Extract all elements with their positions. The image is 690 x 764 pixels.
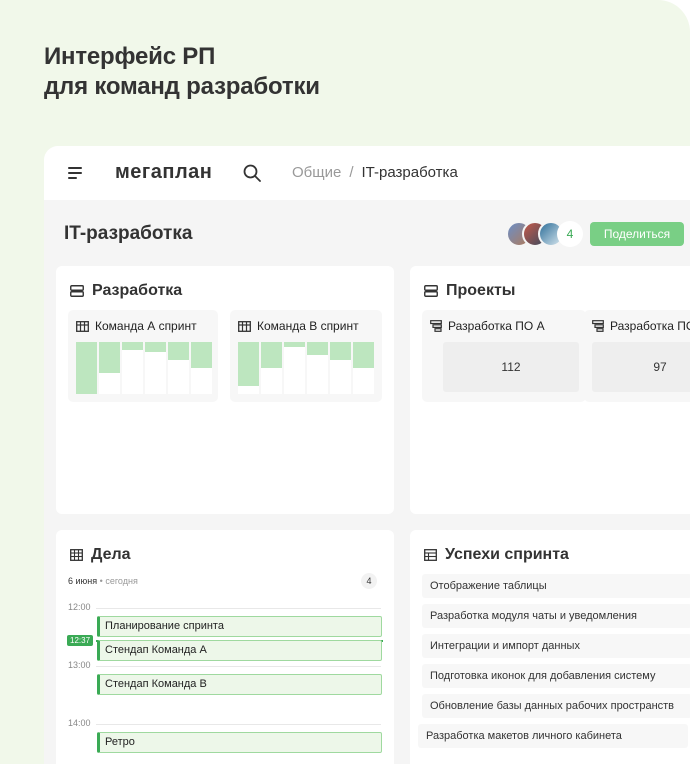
member-avatars[interactable]: 4 [506, 221, 586, 247]
sprint-card-title: Команда А спринт [76, 319, 197, 333]
event-block[interactable]: Стендап Команда В [97, 674, 382, 695]
sprint-column-fill [122, 342, 143, 350]
list-item[interactable]: Обновление базы данных рабочих пространс… [422, 694, 690, 718]
date-separator: • [99, 576, 103, 586]
hour-line [96, 666, 381, 667]
tasks-count-badge: 4 [361, 573, 377, 589]
stack-icon [424, 285, 438, 297]
hero-heading: Интерфейс РП для команд разработки [44, 42, 320, 102]
date-relative: сегодня [105, 576, 138, 586]
date-label: 6 июня [68, 576, 98, 586]
event-block[interactable]: Планирование спринта [97, 616, 382, 637]
list-table-icon [424, 549, 437, 561]
project-card-title: Разработка ПО [592, 319, 690, 333]
hero-line-1: Интерфейс РП [44, 43, 216, 70]
sprint-column [168, 342, 189, 394]
event-block[interactable]: Ретро [97, 732, 382, 753]
sprint-column [99, 342, 120, 394]
sprint-column [353, 342, 374, 394]
sprint-column-fill [191, 342, 212, 368]
sprint-card[interactable]: Команда А спринт [68, 310, 218, 402]
sprint-column-fill [284, 342, 305, 348]
breadcrumb: Общие / IT-разработка [292, 164, 458, 181]
logo[interactable]: мегаплан [115, 161, 212, 184]
sprint-success-widget-title-text: Успехи спринта [445, 546, 569, 563]
sprint-column-fill [261, 342, 282, 368]
projects-widget-title-text: Проекты [446, 282, 516, 299]
stack-icon [70, 285, 84, 297]
sprint-success-widget-title: Успехи спринта [424, 546, 569, 564]
sprint-column-fill [307, 342, 328, 355]
list-item[interactable]: Интеграции и импорт данных [422, 634, 690, 658]
sprint-card-title-text: Команда А спринт [95, 319, 197, 333]
members-count-badge[interactable]: 4 [557, 221, 583, 247]
sprint-success-widget: Успехи спринта Отображение таблицы Разра… [410, 530, 690, 764]
hero-line-2: для команд разработки [44, 73, 320, 100]
calendar-grid-icon [70, 549, 83, 561]
sprint-column-fill [168, 342, 189, 361]
sprint-column [330, 342, 351, 394]
table-icon [238, 320, 251, 332]
sprint-column-fill [145, 342, 166, 353]
share-button[interactable]: Поделиться [590, 222, 684, 246]
sprint-card[interactable]: Команда В спринт [230, 310, 382, 402]
time-label: 12:00 [68, 602, 91, 612]
tasks-widget-title: Дела [70, 546, 131, 564]
projects-widget-title: Проекты [424, 282, 515, 300]
project-card[interactable]: Разработка ПО А 112 [422, 310, 586, 402]
sprint-column-fill [330, 342, 351, 361]
sprint-column [307, 342, 328, 394]
project-value: 97 [592, 342, 690, 392]
sprint-columns [76, 342, 212, 394]
search-icon[interactable] [242, 163, 262, 183]
sprint-card-title: Команда В спринт [238, 319, 359, 333]
list-item[interactable]: Подготовка иконок для добавления систему [422, 664, 690, 688]
breadcrumb-general[interactable]: Общие [292, 164, 341, 181]
top-bar: мегаплан Общие / IT-разработка [44, 146, 690, 200]
sprint-column-fill [76, 342, 97, 394]
sprint-column [122, 342, 143, 394]
project-card[interactable]: Разработка ПО 97 [584, 310, 690, 402]
dev-widget-title-text: Разработка [92, 282, 183, 299]
sprint-columns [238, 342, 374, 394]
time-label: 13:00 [68, 660, 91, 670]
hour-line [96, 608, 381, 609]
project-icon [430, 320, 442, 332]
table-icon [76, 320, 89, 332]
tasks-widget: Дела 6 июня • сегодня 4 12:00 13:00 14:0… [56, 530, 394, 764]
projects-widget: Проекты Разработка ПО А 112 Разработка П… [410, 266, 690, 514]
project-card-title-text: Разработка ПО [610, 319, 690, 333]
sprint-column [76, 342, 97, 394]
sprint-column-fill [99, 342, 120, 374]
sprint-column [284, 342, 305, 394]
dev-widget-title: Разработка [70, 282, 182, 300]
tasks-widget-title-text: Дела [91, 546, 131, 563]
list-item[interactable]: Разработка модуля чаты и уведомления [422, 604, 690, 628]
project-card-title: Разработка ПО А [430, 319, 545, 333]
sprint-column-fill [353, 342, 374, 368]
date-row: 6 июня • сегодня [68, 576, 138, 586]
event-block[interactable]: Стендап Команда А [97, 640, 382, 661]
sprint-column-fill [238, 342, 259, 387]
sprint-column [238, 342, 259, 394]
sprint-column [191, 342, 212, 394]
project-icon [592, 320, 604, 332]
app-window: мегаплан Общие / IT-разработка IT-разработ… [44, 146, 690, 764]
dev-widget: Разработка Команда А спринт Команда В сп… [56, 266, 394, 514]
list-item[interactable]: Разработка макетов личного кабинета [418, 724, 688, 748]
sprint-column [261, 342, 282, 394]
project-card-title-text: Разработка ПО А [448, 319, 545, 333]
sprint-column [145, 342, 166, 394]
breadcrumb-current: IT-разработка [361, 164, 458, 181]
current-time-badge: 12:37 [67, 635, 94, 646]
page-title: IT-разработка [64, 223, 193, 244]
breadcrumb-separator: / [349, 164, 354, 181]
time-label: 14:00 [68, 718, 91, 728]
list-item[interactable]: Отображение таблицы [422, 574, 690, 598]
menu-icon[interactable] [68, 166, 84, 180]
sprint-card-title-text: Команда В спринт [257, 319, 359, 333]
hour-line [96, 724, 381, 725]
project-value: 112 [443, 342, 579, 392]
